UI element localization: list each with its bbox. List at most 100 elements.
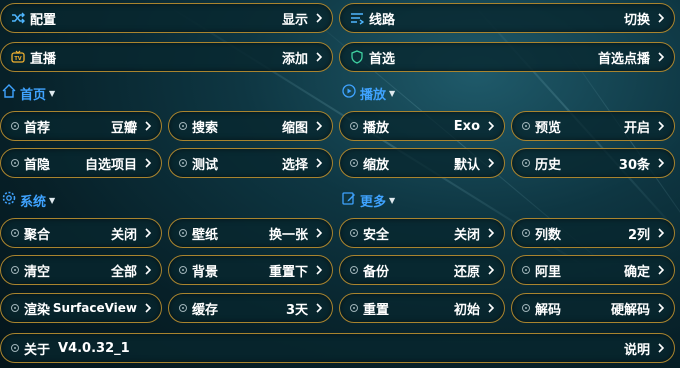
home-item-search[interactable]: 搜索 缩图: [168, 111, 333, 141]
item-label: 首隐: [24, 157, 51, 173]
live-row[interactable]: TV 直播 添加: [0, 42, 333, 72]
chevron-right-icon: [143, 301, 153, 315]
svg-text:TV: TV: [14, 56, 21, 62]
radio-dot-icon: [11, 122, 19, 130]
radio-dot-icon: [179, 304, 187, 312]
more-item-backup[interactable]: 备份 还原: [339, 255, 505, 285]
route-row[interactable]: 线路 切换: [339, 3, 675, 33]
item-label: 壁纸: [192, 227, 219, 243]
system-item-cache[interactable]: 缓存 3天: [168, 293, 333, 323]
home-item-recommend[interactable]: 首荐 豆瓣: [0, 111, 162, 141]
chevron-right-icon: [656, 50, 666, 64]
item-value: 硬解码: [610, 302, 650, 318]
radio-dot-icon: [11, 344, 19, 352]
chevron-right-icon: [143, 263, 153, 277]
chevron-right-icon: [486, 301, 496, 315]
system-item-clear[interactable]: 清空 全部: [0, 255, 162, 285]
chevron-right-icon: [314, 226, 324, 240]
preferred-label: 首选: [369, 51, 396, 67]
radio-dot-icon: [522, 229, 530, 237]
tv-icon: TV: [11, 50, 25, 64]
item-value: 全部: [110, 264, 137, 280]
item-label: 解码: [535, 302, 562, 318]
play-item-zoom[interactable]: 缩放 默认: [339, 148, 505, 178]
item-label: 历史: [535, 157, 562, 173]
play-item-preview[interactable]: 预览 开启: [511, 111, 675, 141]
item-label: 渲染: [24, 302, 51, 318]
chevron-right-icon: [143, 119, 153, 133]
section-system[interactable]: 系统 ▼: [2, 191, 56, 210]
item-value: 选择: [281, 157, 308, 173]
chevron-right-icon: [656, 156, 666, 170]
radio-dot-icon: [179, 159, 187, 167]
item-value: 自选项目: [84, 157, 137, 173]
play-item-history[interactable]: 历史 30条: [511, 148, 675, 178]
radio-dot-icon: [350, 266, 358, 274]
item-value: 换一张: [268, 227, 308, 243]
config-row[interactable]: 配置 显示: [0, 3, 333, 33]
caret-down-icon: ▼: [389, 195, 396, 205]
route-value: 切换: [623, 12, 650, 28]
item-value: 关闭: [110, 227, 137, 243]
radio-dot-icon: [11, 159, 19, 167]
home-item-hide[interactable]: 首隐 自选项目: [0, 148, 162, 178]
section-home-title: 首页: [20, 87, 47, 103]
radio-dot-icon: [11, 229, 19, 237]
list-icon: [350, 11, 364, 25]
about-row[interactable]: 关于 V4.0.32_1 说明: [0, 333, 675, 363]
chevron-right-icon: [314, 263, 324, 277]
shuffle-icon: [11, 11, 25, 25]
system-item-background[interactable]: 背景 重置下: [168, 255, 333, 285]
section-play[interactable]: 播放 ▼: [342, 84, 395, 103]
item-value: 确定: [623, 264, 650, 280]
chevron-right-icon: [486, 119, 496, 133]
radio-dot-icon: [522, 266, 530, 274]
chevron-right-icon: [486, 156, 496, 170]
more-item-reset[interactable]: 重置 初始: [339, 293, 505, 323]
item-label: 聚合: [24, 227, 51, 243]
route-label: 线路: [369, 12, 396, 28]
chevron-right-icon: [656, 11, 666, 25]
caret-down-icon: ▼: [49, 195, 56, 205]
item-label: 备份: [363, 264, 390, 280]
item-value: 2列: [627, 227, 650, 243]
item-value: 30条: [618, 157, 650, 173]
more-item-security[interactable]: 安全 关闭: [339, 218, 505, 248]
item-label: 预览: [535, 120, 562, 136]
live-label: 直播: [30, 51, 57, 67]
item-value: Exo: [453, 118, 480, 134]
radio-dot-icon: [522, 159, 530, 167]
chevron-right-icon: [143, 226, 153, 240]
item-value: 缩图: [281, 120, 308, 136]
radio-dot-icon: [522, 122, 530, 130]
chevron-right-icon: [656, 226, 666, 240]
item-value: 默认: [453, 157, 480, 173]
system-item-aggregate[interactable]: 聚合 关闭: [0, 218, 162, 248]
more-item-aliyun[interactable]: 阿里 确定: [511, 255, 675, 285]
chevron-right-icon: [314, 156, 324, 170]
item-label: 首荐: [24, 120, 51, 136]
item-value: 重置下: [268, 264, 308, 280]
about-value: 说明: [623, 342, 650, 358]
item-label: 搜索: [192, 120, 219, 136]
preferred-row[interactable]: 首选 首选点播: [339, 42, 675, 72]
chevron-right-icon: [314, 301, 324, 315]
item-value: 3天: [285, 302, 308, 318]
item-label: 缩放: [363, 157, 390, 173]
system-item-wallpaper[interactable]: 壁纸 换一张: [168, 218, 333, 248]
radio-dot-icon: [179, 122, 187, 130]
chevron-right-icon: [314, 50, 324, 64]
more-item-decode[interactable]: 解码 硬解码: [511, 293, 675, 323]
item-label: 背景: [192, 264, 219, 280]
play-item-player[interactable]: 播放 Exo: [339, 111, 505, 141]
system-item-render[interactable]: 渲染 SurfaceView: [0, 293, 162, 323]
live-value: 添加: [281, 51, 308, 67]
section-more[interactable]: 更多 ▼: [342, 191, 396, 210]
more-item-columns[interactable]: 列数 2列: [511, 218, 675, 248]
about-label: 关于: [24, 342, 51, 358]
home-item-test[interactable]: 测试 选择: [168, 148, 333, 178]
item-value: 开启: [623, 120, 650, 136]
chevron-right-icon: [656, 341, 666, 355]
item-label: 测试: [192, 157, 219, 173]
section-home[interactable]: 首页 ▼: [2, 84, 55, 103]
